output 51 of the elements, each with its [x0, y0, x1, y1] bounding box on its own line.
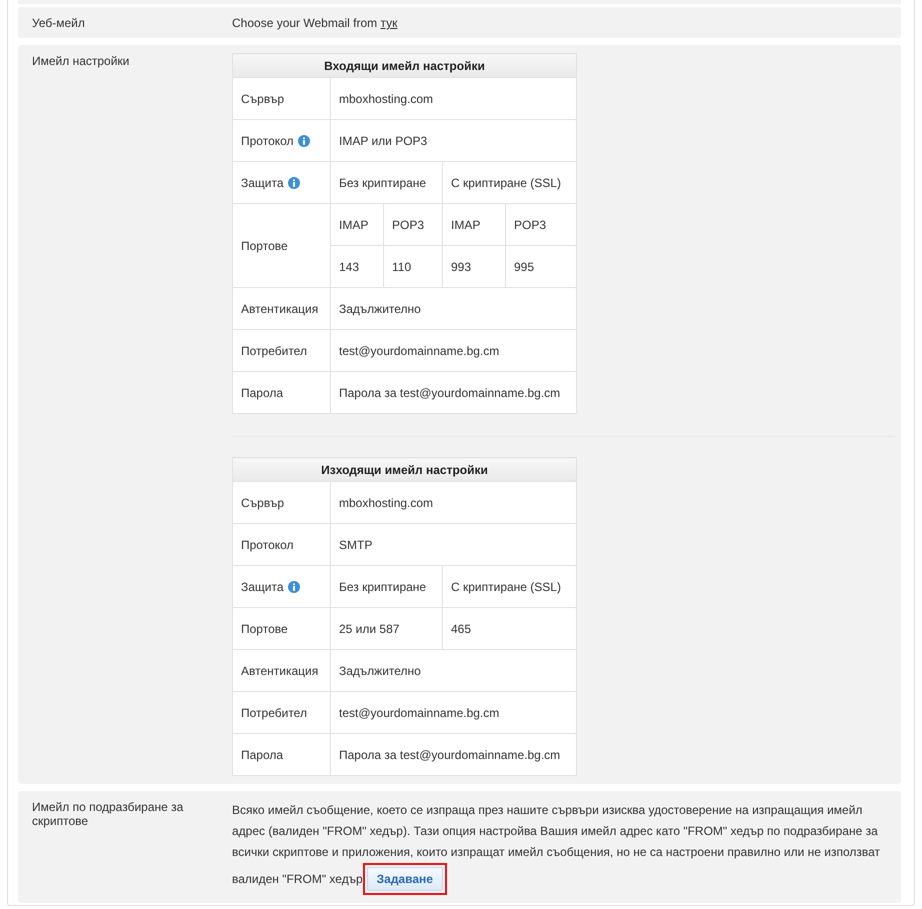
- table-cell: 993: [442, 246, 506, 288]
- table-cell: IMAP: [442, 204, 506, 246]
- table-cell: test@yourdomainname.bg.cm: [330, 692, 576, 734]
- field-label: Автентикация: [241, 302, 318, 316]
- field-label: Парола: [241, 748, 284, 762]
- table-cell: mboxhosting.com: [330, 78, 577, 120]
- table-cell: POP3: [384, 204, 442, 246]
- table-cell: Без криптиране: [330, 566, 442, 608]
- field-label: Сървър: [241, 496, 284, 510]
- field-label: Сървър: [241, 92, 284, 106]
- table-cell: 143: [330, 246, 384, 288]
- table-cell: POP3: [506, 204, 577, 246]
- table-cell: 465: [442, 608, 576, 650]
- info-icon[interactable]: [288, 580, 300, 592]
- info-icon[interactable]: [288, 176, 300, 188]
- field-label: Защита: [241, 580, 284, 594]
- table-cell: С криптиране (SSL): [442, 162, 577, 204]
- description-text: Всяко имейл съобщение, което се изпраща през нашите сървъри изисква удостоверение на изпращащия имейл адрес (валиден "FROM" хедър). Тази опция настройва Вашия имейл адрес като "FROM" хедър по подразбиране за всички скриптове и приложения, които изпращат имейл съобщения, но не са настроени правилно или не използват: [232, 802, 882, 861]
- table-cell: 995: [506, 246, 577, 288]
- table-cell: Задължително: [330, 650, 576, 692]
- table-cell: 25 или 587: [330, 608, 442, 650]
- table-cell: С криптиране (SSL): [442, 566, 576, 608]
- field-label: Парола: [241, 386, 284, 400]
- table-cell: 110: [384, 246, 442, 288]
- set-button[interactable]: Задаване: [366, 867, 443, 891]
- table-cell: Задължително: [330, 288, 577, 330]
- table-header: Входящи имейл настройки: [232, 54, 577, 78]
- table-cell: IMAP или POP3: [330, 120, 577, 162]
- field-label: Потребител: [241, 344, 307, 358]
- field-label: Портове: [241, 622, 288, 636]
- info-icon[interactable]: [298, 134, 310, 146]
- table-cell: IMAP: [330, 204, 384, 246]
- field-label: Автентикация: [241, 664, 318, 678]
- table-cell: test@yourdomainname.bg.cm: [330, 330, 577, 372]
- table-cell: Парола за test@yourdomainname.bg.cm: [330, 734, 576, 776]
- table-cell: mboxhosting.com: [330, 482, 576, 524]
- table-header: Изходящи имейл настройки: [232, 458, 576, 482]
- field-label: Протокол: [241, 134, 294, 148]
- table-cell: Парола за test@yourdomainname.bg.cm: [330, 372, 577, 414]
- field-label: Портове: [241, 238, 288, 252]
- webmail-text: Choose your Webmail from тук: [232, 15, 398, 30]
- row-label: Имейл по подразбиране за скриптове: [31, 799, 184, 830]
- field-label: Защита: [241, 176, 284, 190]
- description-text: валиден "FROM" хедър: [232, 870, 363, 888]
- row-label: Уеб-мейл: [31, 15, 86, 30]
- field-label: Протокол: [241, 538, 294, 552]
- webmail-link[interactable]: тук: [380, 16, 398, 30]
- table-cell: Без криптиране: [330, 162, 442, 204]
- field-label: Потребител: [241, 706, 307, 720]
- table-cell: SMTP: [330, 524, 576, 566]
- row-label: Имейл настройки: [31, 53, 130, 70]
